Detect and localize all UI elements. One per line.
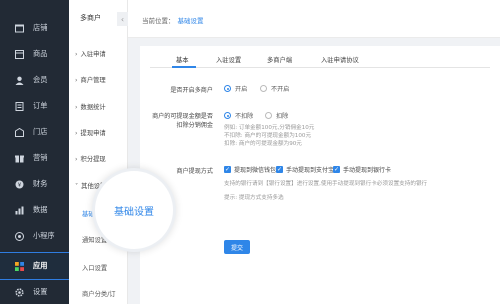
radio-dot xyxy=(224,85,231,92)
magnifier-callout: 基础设置 xyxy=(95,171,173,249)
gear-icon xyxy=(14,287,24,297)
deduct-radio-no[interactable]: 不扣除 xyxy=(224,111,253,120)
withdraw-help-bank: 支持的银行请到【银行设置】进行设置,使用手动提现到银行卡必须设置支持的银行 xyxy=(224,181,428,187)
settings-panel: 基本 入驻设置 多商户端 入驻申请协议 是否开启多商户 开启 不开启 商户的可提… xyxy=(140,46,500,304)
chevron-down-icon: ˅ xyxy=(75,183,79,190)
collapse-subnav-button[interactable]: ‹ xyxy=(117,12,128,26)
breadcrumb: 当前位置： 基础设置 xyxy=(142,17,204,25)
deduct-help-example: 例如: 订单金额100元,分销佣金10元 xyxy=(224,125,315,131)
open-radio-on[interactable]: 开启 xyxy=(224,84,247,93)
subnav-title: 多商户 xyxy=(80,14,101,22)
chevron-right-icon: › xyxy=(75,104,78,111)
tab-bar: 基本 入驻设置 多商户端 入驻申请协议 xyxy=(150,52,490,68)
deduct-help-no: 不扣除: 商户的可提现金额为100元 xyxy=(224,133,312,139)
deduct-radio-yes[interactable]: 扣除 xyxy=(265,111,288,120)
chevron-right-icon: › xyxy=(75,130,78,137)
magnifier-label: 基础设置 xyxy=(114,206,154,218)
sidebar-item-settings[interactable]: 设置 xyxy=(0,279,69,304)
subnav-child-category[interactable]: 商户分类/订 xyxy=(82,289,116,298)
checkmark-icon: ✓ xyxy=(276,166,283,173)
main-sidebar: 店铺 商品 会员 订单 门店 营销 ¥ 财务 数据 小程序 应用 设置 xyxy=(0,0,70,304)
radio-dot xyxy=(265,112,272,119)
order-icon xyxy=(14,101,24,111)
subnav-child-entry[interactable]: 入口设置 xyxy=(82,263,107,272)
chevron-left-icon: ‹ xyxy=(120,14,125,24)
withdraw-wechat-checkbox[interactable]: ✓ 提现到微信钱包 xyxy=(224,165,276,174)
apps-icon xyxy=(14,261,24,271)
sidebar-item-apps[interactable]: 应用 xyxy=(0,252,70,280)
open-label: 是否开启多商户 xyxy=(170,87,213,94)
subnav-item-statistics[interactable]: › 数据统计 xyxy=(75,102,106,111)
subnav-item-points-withdraw[interactable]: › 积分提现 xyxy=(75,154,106,163)
tab-active-indicator xyxy=(172,66,196,68)
data-icon xyxy=(14,205,24,215)
marketing-icon xyxy=(14,153,24,163)
svg-text:¥: ¥ xyxy=(17,182,21,188)
tab-join-settings[interactable]: 入驻设置 xyxy=(216,55,241,64)
deduct-help-yes: 扣除: 商户的可提现金额为90元 xyxy=(224,141,302,147)
deduct-label-line1: 商户的可提现金额是否 xyxy=(152,113,213,120)
chevron-right-icon: › xyxy=(75,77,78,84)
sidebar-item-miniprogram[interactable]: 小程序 xyxy=(0,223,69,249)
sidebar-item-marketing[interactable]: 营销 xyxy=(0,145,69,171)
submit-button[interactable]: 提交 xyxy=(224,240,250,254)
checkmark-icon: ✓ xyxy=(333,166,340,173)
subnav-item-merchant-manage[interactable]: › 商户管理 xyxy=(75,75,106,84)
withdraw-help-multi: 提示: 提现方式支持多选 xyxy=(224,195,284,201)
sidebar-item-order[interactable]: 订单 xyxy=(0,93,69,119)
open-radio-off[interactable]: 不开启 xyxy=(260,84,289,93)
radio-dot xyxy=(224,112,231,119)
chevron-right-icon: › xyxy=(75,156,78,163)
sidebar-item-store[interactable]: 店铺 xyxy=(0,15,69,41)
subnav-child-notify[interactable]: 通知设置 xyxy=(82,235,107,244)
sidebar-item-member[interactable]: 会员 xyxy=(0,67,69,93)
sub-navigation: 多商户 › 入驻申请 › 商户管理 › 数据统计 › 提现申请 › 积分提现 ˅ 其他设置 … xyxy=(69,0,128,304)
goods-icon xyxy=(14,49,24,59)
tab-basic[interactable]: 基本 xyxy=(176,55,189,64)
sidebar-item-finance[interactable]: ¥ 财务 xyxy=(0,171,69,197)
sidebar-item-goods[interactable]: 商品 xyxy=(0,41,69,67)
subnav-child-basic[interactable]: 基础 xyxy=(82,209,95,218)
checkmark-icon: ✓ xyxy=(224,166,231,173)
chevron-right-icon: › xyxy=(75,51,78,58)
withdraw-alipay-checkbox[interactable]: ✓ 手动提现到支付宝 xyxy=(276,165,334,174)
member-icon xyxy=(14,75,24,85)
withdraw-bank-checkbox[interactable]: ✓ 手动提现到银行卡 xyxy=(333,165,391,174)
store-icon xyxy=(14,23,24,33)
tab-merchant-client[interactable]: 多商户端 xyxy=(267,55,292,64)
shop-icon xyxy=(14,127,24,137)
subnav-item-withdraw-apply[interactable]: › 提现申请 xyxy=(75,128,106,137)
deduct-label-line2: 扣除分销佣金 xyxy=(176,122,213,129)
finance-icon: ¥ xyxy=(14,179,24,189)
breadcrumb-current[interactable]: 基础设置 xyxy=(178,17,204,25)
top-bar: 当前位置： 基础设置 xyxy=(128,0,500,38)
tab-join-agreement[interactable]: 入驻申请协议 xyxy=(321,55,359,64)
sidebar-item-shop[interactable]: 门店 xyxy=(0,119,69,145)
radio-dot xyxy=(260,85,267,92)
sidebar-item-data[interactable]: 数据 xyxy=(0,197,69,223)
miniprogram-icon xyxy=(14,231,24,241)
subnav-item-join-apply[interactable]: › 入驻申请 xyxy=(75,49,106,58)
